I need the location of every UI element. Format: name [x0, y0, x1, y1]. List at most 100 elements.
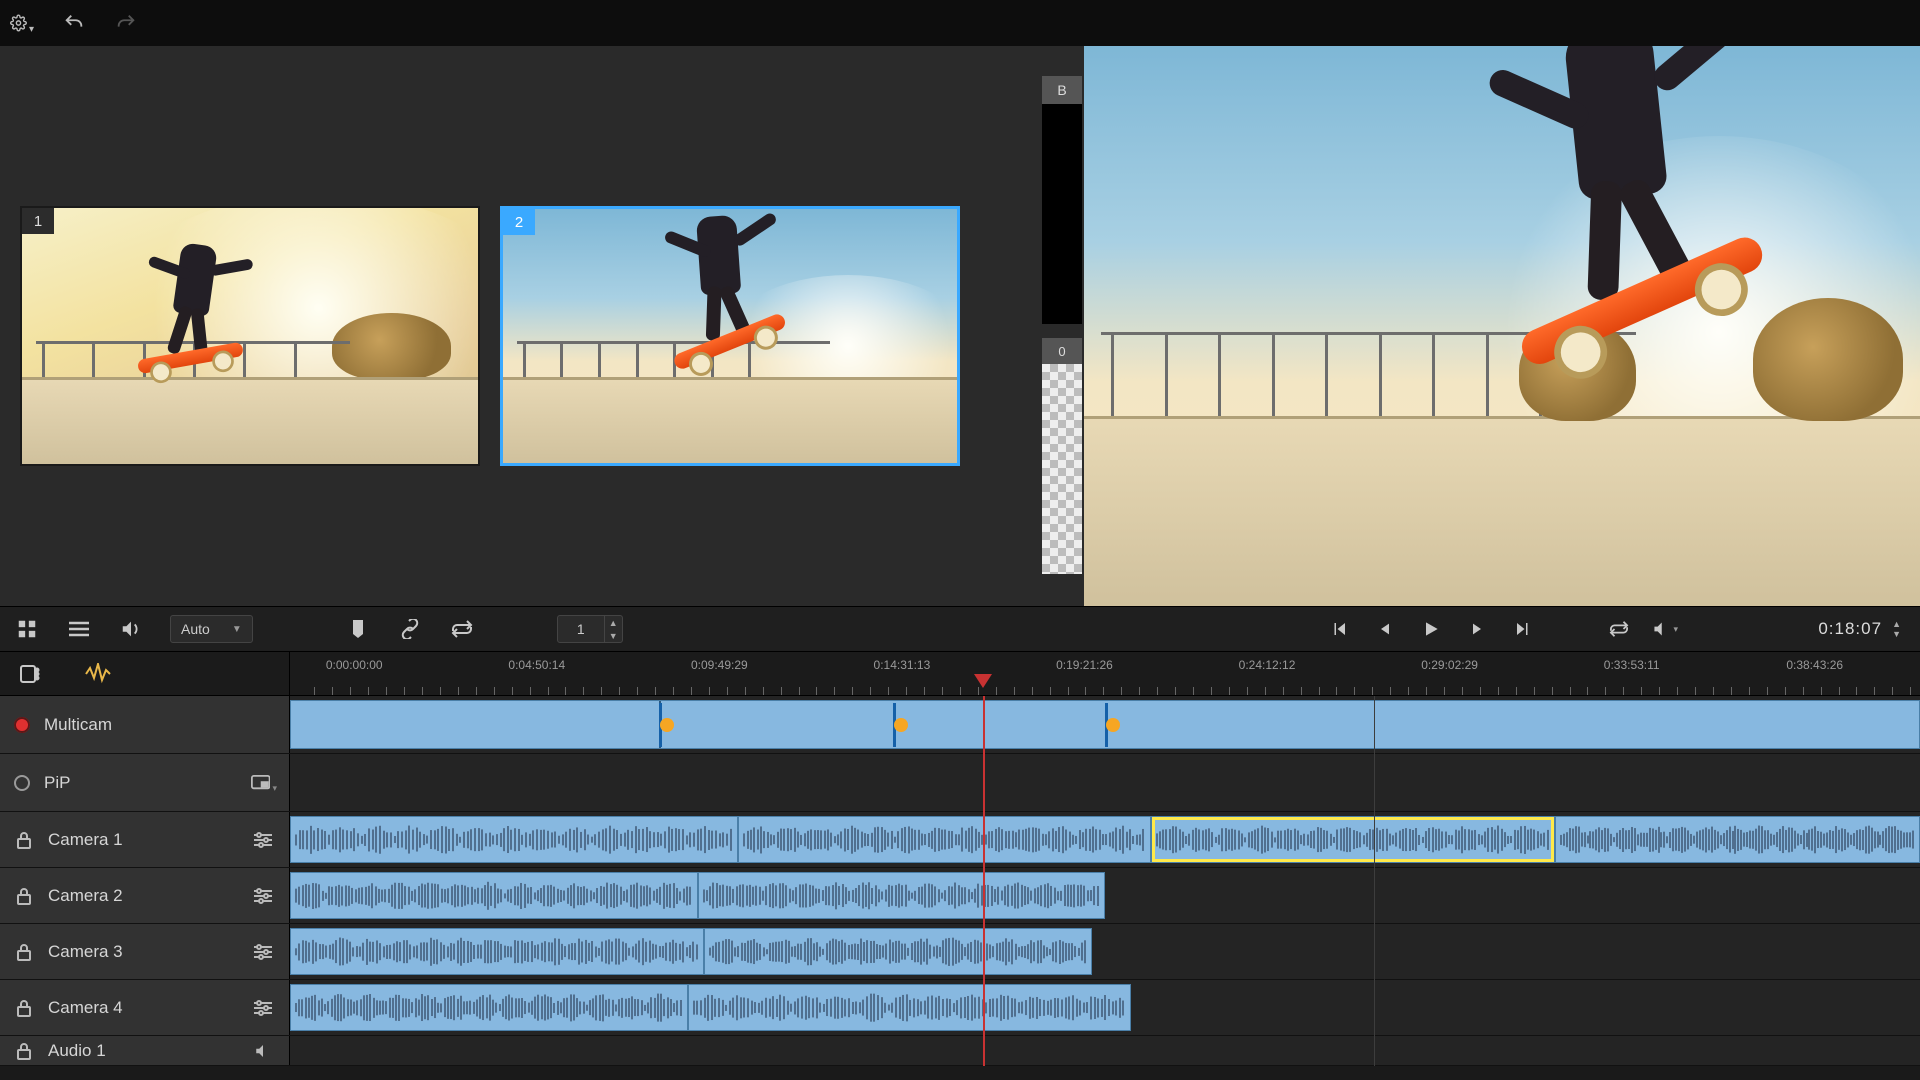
list-view-icon[interactable]	[66, 616, 92, 642]
ruler-tick: 0:38:43:26	[1786, 658, 1843, 672]
track-head-camera[interactable]: Camera 1	[0, 812, 290, 867]
prev-frame-icon[interactable]	[1372, 616, 1398, 642]
video-clip[interactable]	[1151, 816, 1555, 863]
transport-controls: ▾ 0:18:07 ▲▼	[1084, 616, 1920, 642]
source-thumb-1[interactable]: 1	[20, 206, 480, 466]
track-head-audio[interactable]: Audio 1	[0, 1036, 290, 1065]
loop-icon[interactable]	[449, 616, 475, 642]
track-lane-audio[interactable]	[290, 1036, 1920, 1065]
clip-marker[interactable]	[1105, 703, 1120, 747]
meter-label-zero: 0	[1042, 338, 1082, 364]
video-clip[interactable]	[1555, 816, 1920, 863]
timecode-display[interactable]: 0:18:07 ▲▼	[1818, 619, 1902, 639]
program-monitor[interactable]	[1084, 46, 1920, 606]
ruler-tick: 0:04:50:14	[508, 658, 565, 672]
volume-icon[interactable]	[118, 616, 144, 642]
video-clip[interactable]	[290, 872, 698, 919]
track-lane-camera[interactable]	[290, 924, 1920, 979]
track-label: PiP	[44, 773, 70, 793]
zoom-fit-dropdown[interactable]: Auto▼	[170, 615, 253, 643]
video-clip[interactable]	[688, 984, 1131, 1031]
top-toolbar: ▾	[0, 0, 1920, 46]
video-clip[interactable]	[698, 872, 1106, 919]
track-label: Multicam	[44, 715, 112, 735]
track-label: Camera 2	[48, 886, 123, 906]
track-camera-1: Camera 1	[0, 812, 1920, 868]
track-settings-icon[interactable]	[251, 940, 275, 964]
radio-empty-icon[interactable]	[14, 775, 30, 791]
video-clip[interactable]	[704, 928, 1092, 975]
source-thumb-2[interactable]: 2	[500, 206, 960, 466]
meter-label-b: B	[1042, 76, 1082, 104]
play-icon[interactable]	[1418, 616, 1444, 642]
source-monitor-pane: 1	[0, 46, 1040, 606]
next-frame-icon[interactable]	[1464, 616, 1490, 642]
track-lane-camera[interactable]	[290, 812, 1920, 867]
lock-icon[interactable]	[14, 886, 34, 906]
track-head-camera[interactable]: Camera 3	[0, 924, 290, 979]
track-camera-3: Camera 3	[0, 924, 1920, 980]
ruler-tick: 0:33:53:11	[1604, 658, 1660, 672]
track-lane-pip[interactable]	[290, 754, 1920, 811]
redo-icon[interactable]	[114, 11, 138, 35]
spinner-up-icon[interactable]: ▲	[605, 616, 622, 629]
mute-icon[interactable]: ▾	[1652, 616, 1678, 642]
track-lane-camera[interactable]	[290, 980, 1920, 1035]
video-clip[interactable]	[738, 816, 1150, 863]
clip-marker[interactable]	[659, 703, 674, 747]
thumb-number: 2	[503, 209, 535, 235]
ruler-tick: 0:24:12:12	[1239, 658, 1296, 672]
lock-icon[interactable]	[14, 998, 34, 1018]
value-spinner[interactable]: 1 ▲▼	[557, 615, 623, 643]
track-options-icon[interactable]	[16, 660, 44, 688]
video-clip[interactable]	[290, 984, 688, 1031]
meter-black-box	[1042, 104, 1082, 324]
track-head-camera[interactable]: Camera 2	[0, 868, 290, 923]
undo-icon[interactable]	[62, 11, 86, 35]
track-multicam: Multicam	[0, 696, 1920, 754]
go-end-icon[interactable]	[1510, 616, 1536, 642]
track-lane-multicam[interactable]	[290, 696, 1920, 753]
track-label: Camera 1	[48, 830, 123, 850]
track-head-camera[interactable]: Camera 4	[0, 980, 290, 1035]
track-settings-icon[interactable]	[251, 828, 275, 852]
ruler-tick: 0:09:49:29	[691, 658, 748, 672]
loop-playback-icon[interactable]	[1606, 616, 1632, 642]
settings-gear-icon[interactable]: ▾	[10, 11, 34, 35]
track-audio-1: Audio 1	[0, 1036, 1920, 1066]
lock-icon[interactable]	[14, 1041, 34, 1061]
workspace: 1	[0, 46, 1920, 606]
link-icon[interactable]	[397, 616, 423, 642]
thumb-number: 1	[22, 208, 54, 234]
tc-up-icon[interactable]: ▲	[1892, 619, 1902, 629]
waveform-mode-icon[interactable]	[84, 660, 112, 688]
spinner-down-icon[interactable]: ▼	[605, 629, 622, 642]
track-label: Camera 4	[48, 998, 123, 1018]
source-controls: Auto▼ 1 ▲▼	[0, 615, 1040, 643]
video-clip[interactable]	[290, 928, 704, 975]
dropdown-value: Auto	[181, 621, 210, 637]
multicam-clip[interactable]	[290, 700, 1920, 749]
pip-display-icon[interactable]: ▾	[251, 771, 275, 795]
playhead-handle[interactable]	[974, 674, 992, 688]
video-clip[interactable]	[290, 816, 738, 863]
timecode-value: 0:18:07	[1818, 619, 1882, 639]
meter-column: B 0	[1040, 46, 1084, 606]
track-head-multicam[interactable]: Multicam	[0, 696, 290, 753]
record-dot-icon[interactable]	[14, 717, 30, 733]
track-head-pip[interactable]: PiP ▾	[0, 754, 290, 811]
track-settings-icon[interactable]	[251, 884, 275, 908]
go-start-icon[interactable]	[1326, 616, 1352, 642]
tc-down-icon[interactable]: ▼	[1892, 629, 1902, 639]
ruler-tick: 0:00:00:00	[326, 658, 383, 672]
lock-icon[interactable]	[14, 830, 34, 850]
track-volume-icon[interactable]	[251, 1039, 275, 1063]
lock-icon[interactable]	[14, 942, 34, 962]
track-lane-camera[interactable]	[290, 868, 1920, 923]
timeline-ruler[interactable]: 0:00:00:000:04:50:140:09:49:290:14:31:13…	[290, 652, 1920, 695]
grid-view-icon[interactable]	[14, 616, 40, 642]
marker-icon[interactable]	[345, 616, 371, 642]
track-settings-icon[interactable]	[251, 996, 275, 1020]
clip-marker[interactable]	[893, 703, 908, 747]
control-bar: Auto▼ 1 ▲▼ ▾ 0:18:07 ▲▼	[0, 606, 1920, 652]
